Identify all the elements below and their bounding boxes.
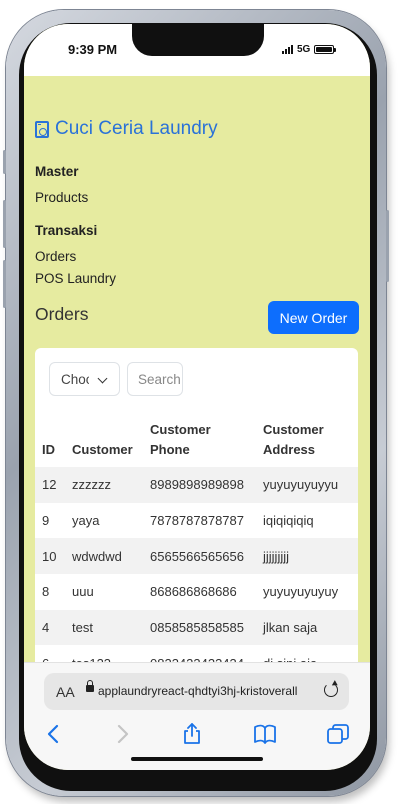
lock-icon bbox=[86, 680, 94, 692]
battery-icon bbox=[314, 45, 337, 54]
bookmarks-icon[interactable] bbox=[253, 723, 277, 745]
back-icon[interactable] bbox=[42, 723, 66, 745]
share-icon[interactable] bbox=[180, 723, 204, 745]
table-header-row: ID Customer Customer Phone Customer Addr… bbox=[35, 414, 358, 467]
washing-machine-icon bbox=[35, 120, 49, 138]
orders-table: ID Customer Customer Phone Customer Addr… bbox=[35, 414, 358, 681]
mute-switch bbox=[3, 150, 6, 174]
cell-address: yuyuyuyuyuy bbox=[263, 584, 339, 600]
nav-link-pos-laundry[interactable]: POS Laundry bbox=[35, 271, 116, 286]
entries-select[interactable]: Choose bbox=[49, 362, 120, 396]
cell-customer: yaya bbox=[72, 513, 100, 529]
cell-customer: test bbox=[65, 609, 143, 646]
cell-phone: 868686868686 bbox=[150, 584, 237, 600]
orders-card: Choose Search ID Customer Customer Phone… bbox=[35, 348, 358, 698]
column-header-customer-address[interactable]: Customer Address bbox=[256, 414, 358, 467]
forward-icon[interactable] bbox=[110, 723, 134, 745]
table-row[interactable]: 8 uuu 868686868686 yuyuyuyuyuy bbox=[35, 574, 358, 610]
cell-phone: 6565566565656 bbox=[143, 538, 256, 575]
volume-down-button bbox=[3, 260, 6, 308]
address-bar[interactable]: AA applaundryreact-qhdtyi3hj-kristoveral… bbox=[44, 673, 349, 710]
cell-id: 9 bbox=[42, 513, 50, 529]
page-content: Cuci Ceria Laundry Master Products Trans… bbox=[24, 76, 370, 698]
power-button bbox=[386, 210, 389, 282]
search-input[interactable]: Search bbox=[127, 362, 183, 396]
nav-link-products[interactable]: Products bbox=[35, 190, 88, 205]
column-header-customer-phone[interactable]: Customer Phone bbox=[143, 414, 256, 467]
cell-phone: 8989898989898 bbox=[143, 467, 256, 503]
cell-address: jjjjjjjjj bbox=[256, 538, 358, 575]
table-row[interactable]: 4 test 0858585858585 jlkan saja bbox=[35, 609, 358, 646]
reload-icon[interactable] bbox=[324, 683, 338, 697]
table-row[interactable]: 10 wdwdwd 6565566565656 jjjjjjjjj bbox=[35, 538, 358, 575]
nav-heading-master: Master bbox=[35, 164, 79, 179]
select-value: Choose bbox=[61, 372, 89, 387]
new-order-button[interactable]: New Order bbox=[268, 301, 359, 334]
nav-link-orders[interactable]: Orders bbox=[35, 249, 76, 264]
cell-id: 8 bbox=[42, 584, 50, 600]
url-text: applaundryreact-qhdtyi3hj-kristoverall bbox=[98, 684, 298, 698]
signal-icon bbox=[282, 45, 293, 54]
notch bbox=[132, 24, 264, 56]
cell-address: iqiqiqiqiq bbox=[263, 513, 314, 529]
browser-toolbar: AA applaundryreact-qhdtyi3hj-kristoveral… bbox=[24, 662, 370, 770]
nav-heading-transaksi: Transaksi bbox=[35, 223, 98, 238]
chevron-down-icon bbox=[97, 373, 108, 384]
cell-phone: 0858585858585 bbox=[143, 609, 256, 646]
status-bar: 9:39 PM 5G bbox=[24, 24, 370, 76]
tabs-icon[interactable] bbox=[326, 723, 350, 745]
cell-address: yuyuyuyuyyu bbox=[256, 467, 358, 503]
cell-id: 4 bbox=[35, 609, 65, 646]
column-header-customer[interactable]: Customer bbox=[65, 414, 143, 467]
cell-customer: uuu bbox=[72, 584, 94, 600]
volume-up-button bbox=[3, 200, 6, 248]
cell-id: 12 bbox=[35, 467, 65, 503]
status-time: 9:39 PM bbox=[68, 42, 118, 57]
status-icons: 5G bbox=[282, 44, 337, 55]
column-header-id[interactable]: ID bbox=[35, 414, 65, 467]
cell-customer: wdwdwd bbox=[65, 538, 143, 575]
text-size-button[interactable]: AA bbox=[56, 684, 75, 700]
network-label: 5G bbox=[297, 44, 311, 55]
table-row[interactable]: 12 zzzzzz 8989898989898 yuyuyuyuyyu bbox=[35, 467, 358, 503]
brand-title: Cuci Ceria Laundry bbox=[55, 118, 218, 139]
cell-id: 10 bbox=[35, 538, 65, 575]
brand-link[interactable]: Cuci Ceria Laundry bbox=[35, 118, 218, 140]
cell-address: jlkan saja bbox=[256, 609, 358, 646]
cell-customer: zzzzzz bbox=[65, 467, 143, 503]
screen: 9:39 PM 5G Cuci Ceria Laundry Master Pro… bbox=[24, 24, 370, 770]
page-title: Orders bbox=[35, 304, 89, 324]
cell-phone: 7878787878787 bbox=[150, 513, 244, 529]
table-row[interactable]: 9 yaya 7878787878787 iqiqiqiqiq bbox=[35, 503, 358, 539]
home-indicator bbox=[131, 757, 263, 761]
